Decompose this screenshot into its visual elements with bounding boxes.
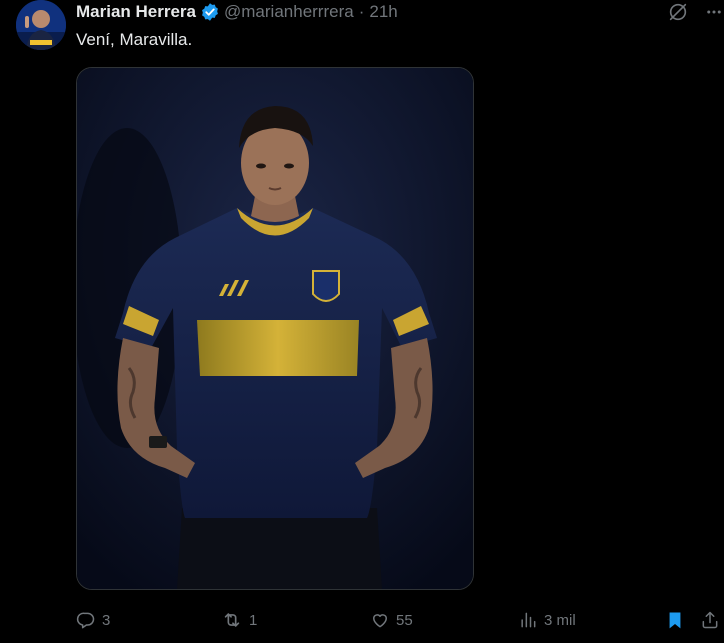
share-button[interactable] [700,608,720,632]
player-photo-image [77,68,473,589]
reply-icon [76,612,95,629]
avatar-image [16,0,66,50]
separator-dot: · [358,2,365,21]
reply-count: 3 [102,611,111,629]
verified-badge-icon [200,2,220,22]
more-options-icon[interactable] [704,0,724,24]
retweet-button[interactable]: 1 [221,608,257,632]
retweet-icon [224,613,240,627]
tweet-photo[interactable] [76,67,474,590]
retweet-count: 1 [249,611,258,629]
like-count: 55 [396,611,413,629]
like-button[interactable]: 55 [370,608,413,632]
bookmark-button[interactable] [665,608,685,632]
heart-icon [373,614,387,628]
author-name[interactable]: Marian Herrera [76,2,196,22]
bookmark-icon [669,612,681,629]
views-button[interactable]: 3 mil [518,608,576,632]
reply-button[interactable]: 3 [76,608,110,632]
avatar[interactable] [16,0,66,50]
tweet-actions: 3 1 55 3 mil [76,608,724,632]
author-handle[interactable]: @marianherrrera [224,2,354,22]
tweet-header: Marian Herrera @marianherrrera · 21h [76,0,398,24]
views-chart-icon [521,612,536,628]
grok-icon[interactable] [664,0,692,24]
tweet-timestamp[interactable]: 21h [369,2,397,22]
share-icon [702,611,718,629]
tweet-text: Vení, Maravilla. [76,30,193,49]
views-count: 3 mil [544,611,576,629]
